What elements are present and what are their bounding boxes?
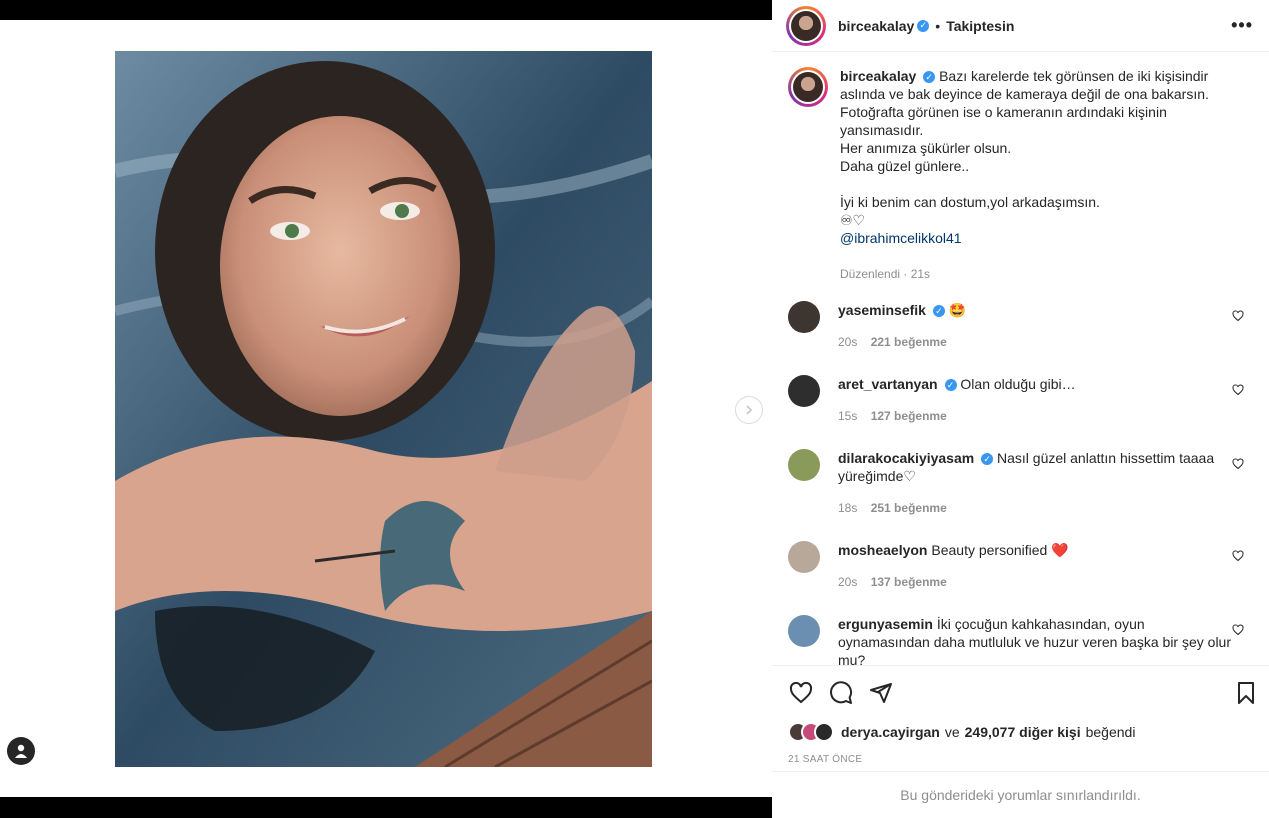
post-time-ago[interactable]: 21 SAAT ÖNCE [788, 754, 862, 765]
likes-suffix: beğendi [1085, 724, 1136, 740]
comment-item: ergunyasemin İki çocuğun kahkahasından, … [788, 615, 1258, 665]
caption-author-avatar[interactable] [788, 67, 828, 107]
caption-line: Her anımıza şükürler olsun. [840, 140, 1012, 156]
like-comment-heart-icon[interactable] [1232, 384, 1244, 396]
caption-line: yansımasıdır. [840, 122, 924, 138]
comment-text: Olan olduğu gibi… [960, 376, 1076, 392]
verified-badge-icon: ✓ [917, 19, 930, 32]
like-comment-heart-icon[interactable] [1232, 310, 1244, 322]
comment-time: 20s [838, 335, 858, 349]
comments-scroll-area[interactable]: birceakalay ✓ Bazı karelerde tek görünse… [772, 53, 1269, 665]
follow-status-button[interactable]: Takiptesin [946, 18, 1014, 34]
like-comment-heart-icon[interactable] [1232, 550, 1244, 562]
more-options-icon[interactable]: ••• [1231, 15, 1253, 36]
like-heart-icon[interactable] [789, 681, 813, 705]
post-caption: birceakalay ✓ Bazı karelerde tek görünse… [788, 67, 1248, 283]
comment-likes[interactable]: 221 beğenme [871, 335, 947, 349]
media-panel [0, 20, 772, 797]
save-bookmark-icon[interactable] [1234, 681, 1258, 705]
mention-link[interactable]: @ibrahimcelikkol41 [840, 230, 962, 246]
account-button[interactable] [7, 737, 35, 765]
verified-badge-icon: ✓ [944, 379, 957, 392]
post-header: birceakalay ✓ • Takiptesin ••• [772, 0, 1269, 52]
share-icon[interactable] [869, 681, 893, 705]
liker-avatars[interactable] [788, 722, 834, 742]
caption-username[interactable]: birceakalay [840, 68, 916, 84]
caption-line: ♾♡ [840, 212, 866, 228]
comment-username[interactable]: ergunyasemin [838, 616, 933, 632]
comment-likes[interactable]: 251 beğenme [871, 501, 947, 515]
caption-line: Fotoğrafta görünen ise o kameranın ardın… [840, 104, 1167, 120]
caption-line: Bazı karelerde tek görünsen de iki kişis… [939, 68, 1209, 84]
author-avatar[interactable] [786, 5, 826, 46]
likes-connector: ve [944, 724, 960, 740]
comment-username[interactable]: yaseminsefik [838, 302, 926, 318]
commenter-avatar[interactable] [788, 541, 820, 573]
verified-badge-icon: ✓ [981, 453, 994, 466]
comment-time: 15s [838, 409, 858, 423]
liker-username[interactable]: derya.cayirgan [841, 724, 940, 740]
author-username[interactable]: birceakalay [838, 18, 914, 34]
caption-blank-line [840, 175, 1240, 193]
comment-item: yaseminsefik ✓ 🤩 20s 221 beğenme [788, 301, 1258, 351]
edited-timestamp: Düzenlendi · 21s [840, 267, 931, 281]
caption-line: Daha güzel günlere.. [840, 158, 970, 174]
comment-item: mosheaelyon Beauty personified ❤️ 20s 13… [788, 541, 1258, 591]
commenter-avatar[interactable] [788, 301, 820, 333]
post-side-panel: birceakalay ✓ • Takiptesin ••• birceakal… [772, 0, 1269, 818]
post-photo[interactable] [115, 51, 652, 767]
commenter-avatar[interactable] [788, 615, 820, 647]
likes-others-count[interactable]: 249,077 diğer kişi [965, 724, 1081, 740]
likes-summary: derya.cayirgan ve 249,077 diğer kişi beğ… [788, 722, 1135, 742]
post-actions: derya.cayirgan ve 249,077 diğer kişi beğ… [772, 665, 1269, 770]
comment-icon[interactable] [829, 681, 853, 705]
commenter-avatar[interactable] [788, 375, 820, 407]
next-photo-button[interactable] [735, 396, 763, 424]
caption-line: aslında ve bak deyince de kameraya değil… [840, 86, 1209, 102]
comment-username[interactable]: mosheaelyon [838, 542, 927, 558]
comment-item: aret_vartanyan ✓ Olan olduğu gibi… 15s 1… [788, 375, 1258, 425]
comment-likes[interactable]: 137 beğenme [871, 575, 947, 589]
verified-badge-icon: ✓ [932, 305, 945, 318]
like-comment-heart-icon[interactable] [1232, 624, 1244, 636]
comment-likes[interactable]: 127 beğenme [871, 409, 947, 423]
comment-username[interactable]: aret_vartanyan [838, 376, 938, 392]
caption-line: İyi ki benim can dostum,yol arkadaşımsın… [840, 194, 1100, 210]
comment-username[interactable]: dilarakocakiyiyasam [838, 450, 974, 466]
comment-item: dilarakocakiyiyasam ✓ Nasıl güzel anlatt… [788, 449, 1258, 517]
like-comment-heart-icon[interactable] [1232, 458, 1244, 470]
comment-time: 20s [838, 575, 858, 589]
comment-text: 🤩 [948, 302, 967, 318]
chevron-right-icon [746, 405, 753, 415]
comment-text: Beauty personified ❤️ [931, 542, 1069, 558]
separator-dot: • [935, 17, 941, 34]
post-photo-illustration [115, 51, 652, 767]
commenter-avatar[interactable] [788, 449, 820, 481]
verified-badge-icon: ✓ [923, 71, 936, 84]
comments-restricted-notice: Bu gönderideki yorumlar sınırlandırıldı. [772, 771, 1269, 818]
comment-time: 18s [838, 501, 858, 515]
user-icon [15, 744, 27, 758]
